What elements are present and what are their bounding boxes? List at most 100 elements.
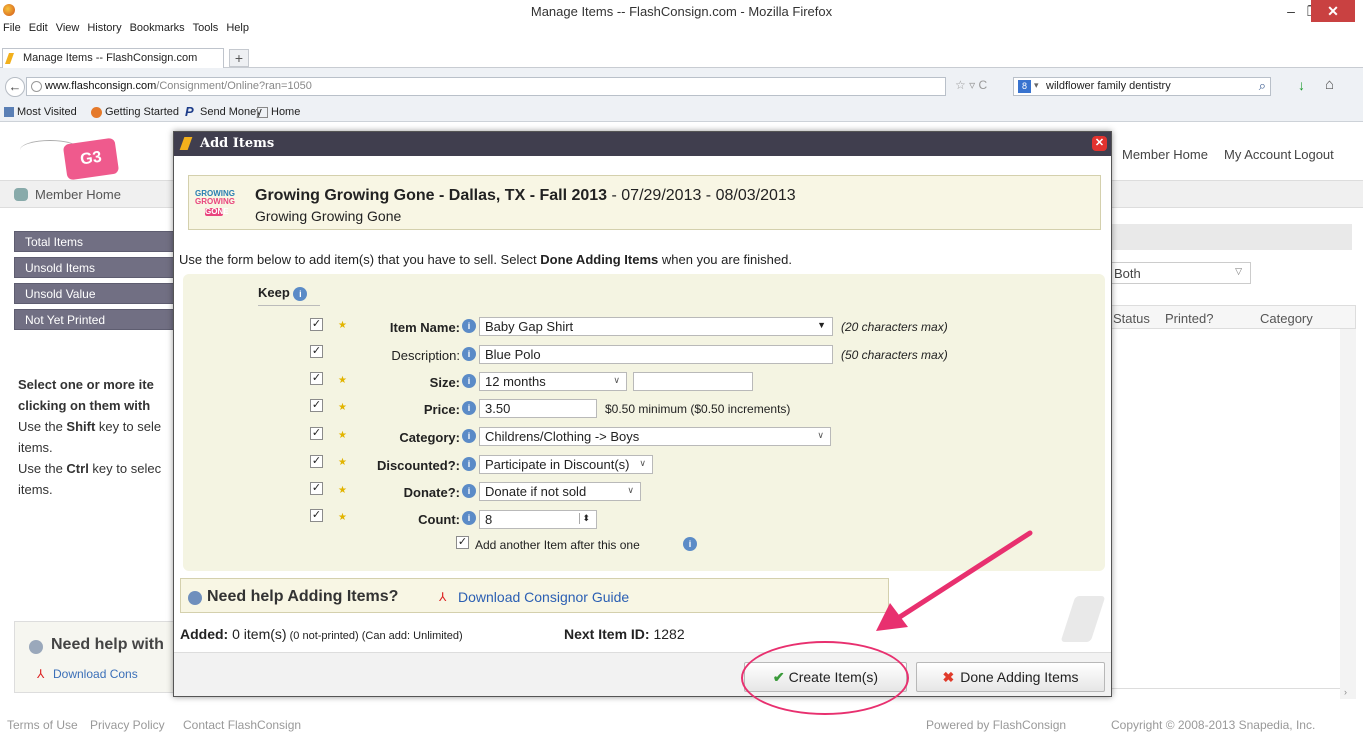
info-icon[interactable]: i: [462, 484, 476, 498]
help-icon: [29, 640, 43, 654]
my-account-link[interactable]: My Account: [1224, 147, 1291, 162]
column-status[interactable]: Status: [1113, 311, 1150, 326]
annotation-circle: [741, 641, 909, 715]
discounted-select[interactable]: Participate in Discount(s) ∨: [479, 455, 653, 474]
menu-help[interactable]: Help: [226, 22, 249, 34]
bookmark-send-money[interactable]: Send Money: [200, 106, 262, 118]
not-yet-printed-label: Not Yet Printed: [14, 309, 179, 330]
close-window-button[interactable]: ✕: [1311, 0, 1355, 22]
bookmark-getting-started[interactable]: Getting Started: [105, 106, 179, 118]
info-icon[interactable]: i: [462, 511, 476, 525]
pencil-icon: [4, 53, 15, 64]
member-home-label[interactable]: Member Home: [35, 187, 121, 202]
size-custom-input[interactable]: [633, 372, 753, 391]
done-adding-items-button[interactable]: ✖ Done Adding Items: [916, 662, 1105, 692]
info-icon[interactable]: i: [462, 319, 476, 333]
window-title: Manage Items -- FlashConsign.com - Mozil…: [530, 4, 833, 19]
total-items-label: Total Items: [14, 231, 179, 252]
search-box[interactable]: 8 ▾ wildflower family dentistry ⌕: [1013, 77, 1271, 96]
scrollbar[interactable]: ›: [1340, 329, 1356, 699]
event-box: GROWING GROWING GONE Growing Growing Gone…: [188, 175, 1101, 230]
back-button[interactable]: ←: [5, 77, 25, 97]
minimize-button[interactable]: –: [1281, 0, 1301, 22]
added-count: Added: 0 item(s) (0 not-printed) (Can ad…: [180, 626, 463, 642]
page-download-link[interactable]: Download Cons: [53, 667, 138, 681]
add-another-checkbox[interactable]: ✓: [456, 536, 469, 549]
count-label: Count:: [418, 512, 460, 527]
menu-edit[interactable]: Edit: [29, 22, 48, 34]
description-input[interactable]: Blue Polo: [479, 345, 833, 364]
event-title: Growing Growing Gone - Dallas, TX - Fall…: [255, 187, 796, 204]
help-heading-2: clicking on them with: [18, 398, 151, 413]
keep-discounted-checkbox[interactable]: ✓: [310, 455, 323, 468]
description-note: (50 characters max): [841, 348, 948, 362]
keep-category-checkbox[interactable]: ✓: [310, 427, 323, 440]
item-name-combobox[interactable]: Baby Gap Shirt ▼: [479, 317, 833, 336]
close-dialog-button[interactable]: ✕: [1092, 136, 1107, 151]
item-name-note: (20 characters max): [841, 320, 948, 334]
discounted-label: Discounted?:: [376, 458, 460, 473]
engine-dropdown-icon[interactable]: ▾: [1034, 80, 1039, 91]
category-label: Category:: [399, 430, 460, 445]
most-visited-icon: [4, 107, 14, 117]
menu-file[interactable]: File: [3, 22, 21, 34]
donate-select[interactable]: Donate if not sold ∨: [479, 482, 641, 501]
info-icon[interactable]: i: [462, 401, 476, 415]
new-tab-button[interactable]: +: [229, 49, 249, 67]
next-item-id: Next Item ID: 1282: [564, 626, 685, 642]
info-icon[interactable]: i: [462, 374, 476, 388]
pdf-icon: ⅄: [37, 667, 45, 681]
contact-link[interactable]: Contact FlashConsign: [183, 718, 301, 732]
keep-size-checkbox[interactable]: ✓: [310, 372, 323, 385]
download-guide-link[interactable]: Download Consignor Guide: [458, 589, 629, 605]
search-value: wildflower family dentistry: [1046, 80, 1171, 92]
help-line-items-1: items.: [18, 440, 53, 455]
tab-manage-items[interactable]: Manage Items -- FlashConsign.com: [2, 48, 224, 68]
dialog-title: Add Items: [200, 136, 275, 151]
member-home-link[interactable]: Member Home: [1122, 147, 1208, 162]
selection-help-text: Select one or more ite clicking on them …: [18, 374, 178, 500]
info-icon[interactable]: i: [462, 429, 476, 443]
column-printed[interactable]: Printed?: [1165, 311, 1213, 326]
price-label: Price:: [423, 402, 460, 417]
bookmark-star-icon[interactable]: ☆ ▿ C: [955, 78, 987, 92]
menu-bookmarks[interactable]: Bookmarks: [130, 22, 185, 34]
url-bar[interactable]: www.flashconsign.com/Consignment/Online?…: [26, 77, 946, 96]
description-label: Description:: [391, 348, 460, 363]
keep-donate-checkbox[interactable]: ✓: [310, 482, 323, 495]
home-icon[interactable]: ⌂: [1325, 76, 1334, 93]
menu-tools[interactable]: Tools: [193, 22, 219, 34]
privacy-link[interactable]: Privacy Policy: [90, 718, 165, 732]
keep-price-checkbox[interactable]: ✓: [310, 399, 323, 412]
size-select[interactable]: 12 months ∨: [479, 372, 627, 391]
info-icon[interactable]: i: [462, 347, 476, 361]
price-note: $0.50 minimum ($0.50 increments): [605, 402, 791, 416]
bookmarks-bar: Most Visited Getting Started P Send Mone…: [0, 102, 1363, 122]
filter-select[interactable]: Both ▽: [1106, 262, 1251, 284]
unsold-value-label: Unsold Value: [14, 283, 179, 304]
bookmark-most-visited[interactable]: Most Visited: [17, 106, 77, 118]
price-input[interactable]: 3.50: [479, 399, 597, 418]
info-icon[interactable]: i: [293, 286, 308, 301]
info-icon[interactable]: i: [683, 537, 697, 551]
terms-link[interactable]: Terms of Use: [7, 718, 78, 732]
help-icon: [188, 591, 202, 605]
downloads-icon[interactable]: ↓: [1298, 77, 1305, 93]
column-category[interactable]: Category: [1260, 311, 1313, 326]
dialog-help-box: Need help Adding Items? ⅄ Download Consi…: [180, 578, 889, 613]
search-icon[interactable]: ⌕: [1259, 78, 1266, 94]
keep-count-checkbox[interactable]: ✓: [310, 509, 323, 522]
pencil-icon: [179, 137, 193, 150]
info-icon[interactable]: i: [462, 457, 476, 471]
menu-history[interactable]: History: [87, 22, 121, 34]
navigation-bar: ← www.flashconsign.com/Consignment/Onlin…: [0, 68, 1363, 102]
menu-view[interactable]: View: [56, 22, 80, 34]
keep-header: Keep i: [258, 285, 320, 306]
logout-link[interactable]: Logout: [1294, 147, 1334, 162]
bookmark-home[interactable]: Home: [271, 106, 300, 118]
keep-item-name-checkbox[interactable]: ✓: [310, 318, 323, 331]
category-select[interactable]: Childrens/Clothing -> Boys ∨: [479, 427, 831, 446]
unsold-items-label: Unsold Items: [14, 257, 179, 278]
count-stepper[interactable]: 8 ⬍: [479, 510, 597, 529]
keep-description-checkbox[interactable]: ✓: [310, 345, 323, 358]
